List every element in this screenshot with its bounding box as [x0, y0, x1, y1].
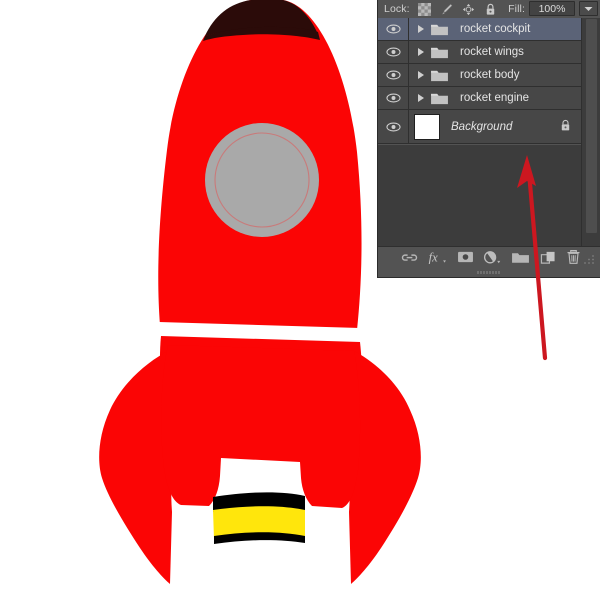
layer-name-label: rocket wings [460, 46, 524, 58]
layer-row-rocket-wings[interactable]: rocket wings [378, 41, 582, 64]
layer-row-rocket-cockpit[interactable]: rocket cockpit [378, 18, 582, 41]
fill-label: Fill: [508, 3, 525, 15]
layer-expand-toggle[interactable] [414, 25, 428, 33]
new-group-icon[interactable] [511, 250, 530, 265]
fill-dropdown-button[interactable] [579, 1, 598, 16]
layers-panel: Lock: [377, 0, 600, 278]
eye-icon [386, 93, 401, 103]
layer-name-label: rocket body [460, 69, 519, 81]
image-pixels-lock-icon[interactable] [440, 3, 453, 16]
layers-scrollbar-thumb[interactable] [586, 19, 597, 233]
layer-name-label: rocket engine [460, 92, 529, 104]
layer-row-rocket-engine[interactable]: rocket engine [378, 87, 582, 110]
panel-drag-grip-icon [476, 270, 502, 275]
layer-row-background[interactable]: Background [378, 110, 582, 144]
lock-icon-group [418, 3, 497, 16]
panel-resize-gripper[interactable] [583, 253, 597, 265]
layer-visibility-toggle[interactable] [378, 64, 409, 86]
panel-footer-bar[interactable] [378, 267, 600, 277]
folder-icon [430, 68, 449, 83]
layer-name-label: Background [451, 121, 512, 133]
lock-icon [560, 119, 571, 132]
fill-value-input[interactable]: 100% [529, 1, 575, 16]
layer-thumbnail[interactable] [414, 114, 440, 140]
layer-list: rocket cockpit rocket wings [378, 18, 582, 144]
transparency-lock-icon[interactable] [418, 3, 431, 16]
eye-icon [386, 122, 401, 132]
rocket-window-outer [205, 123, 319, 237]
chevron-down-icon [584, 6, 593, 12]
layer-name-label: rocket cockpit [460, 23, 530, 35]
chevron-right-icon [418, 71, 424, 79]
layers-scrollbar-track[interactable] [581, 18, 600, 249]
layer-expand-toggle[interactable] [414, 48, 428, 56]
link-layers-icon[interactable] [401, 251, 418, 264]
folder-icon [430, 22, 449, 37]
folder-icon [430, 45, 449, 60]
position-lock-icon[interactable] [462, 3, 475, 16]
layers-panel-toolbar: fx [378, 246, 600, 267]
layer-mask-icon[interactable] [457, 250, 474, 264]
eye-icon [386, 24, 401, 34]
layer-visibility-toggle[interactable] [378, 18, 409, 40]
screenshot-root: Lock: [0, 0, 600, 600]
layer-list-empty-area[interactable] [378, 145, 582, 249]
delete-layer-icon[interactable] [566, 249, 581, 265]
layer-visibility-toggle[interactable] [378, 41, 409, 63]
eye-icon [386, 70, 401, 80]
fill-control-group: Fill: 100% [508, 1, 598, 16]
chevron-right-icon [418, 25, 424, 33]
layer-locked-badge [560, 119, 571, 135]
layer-expand-toggle[interactable] [414, 71, 428, 79]
new-layer-icon[interactable] [540, 250, 556, 265]
layer-style-fx-icon[interactable]: fx [428, 250, 447, 265]
layer-expand-toggle[interactable] [414, 94, 428, 102]
folder-icon [430, 91, 449, 106]
chevron-right-icon [418, 94, 424, 102]
svg-text:fx: fx [428, 250, 438, 264]
layer-row-rocket-body[interactable]: rocket body [378, 64, 582, 87]
layers-panel-options-bar: Lock: [378, 0, 600, 18]
adjustment-layer-icon[interactable] [483, 250, 501, 265]
lock-all-icon[interactable] [484, 3, 497, 16]
layer-visibility-toggle[interactable] [378, 110, 409, 143]
eye-icon [386, 47, 401, 57]
lock-label: Lock: [384, 3, 410, 15]
layer-visibility-toggle[interactable] [378, 87, 409, 109]
chevron-right-icon [418, 48, 424, 56]
